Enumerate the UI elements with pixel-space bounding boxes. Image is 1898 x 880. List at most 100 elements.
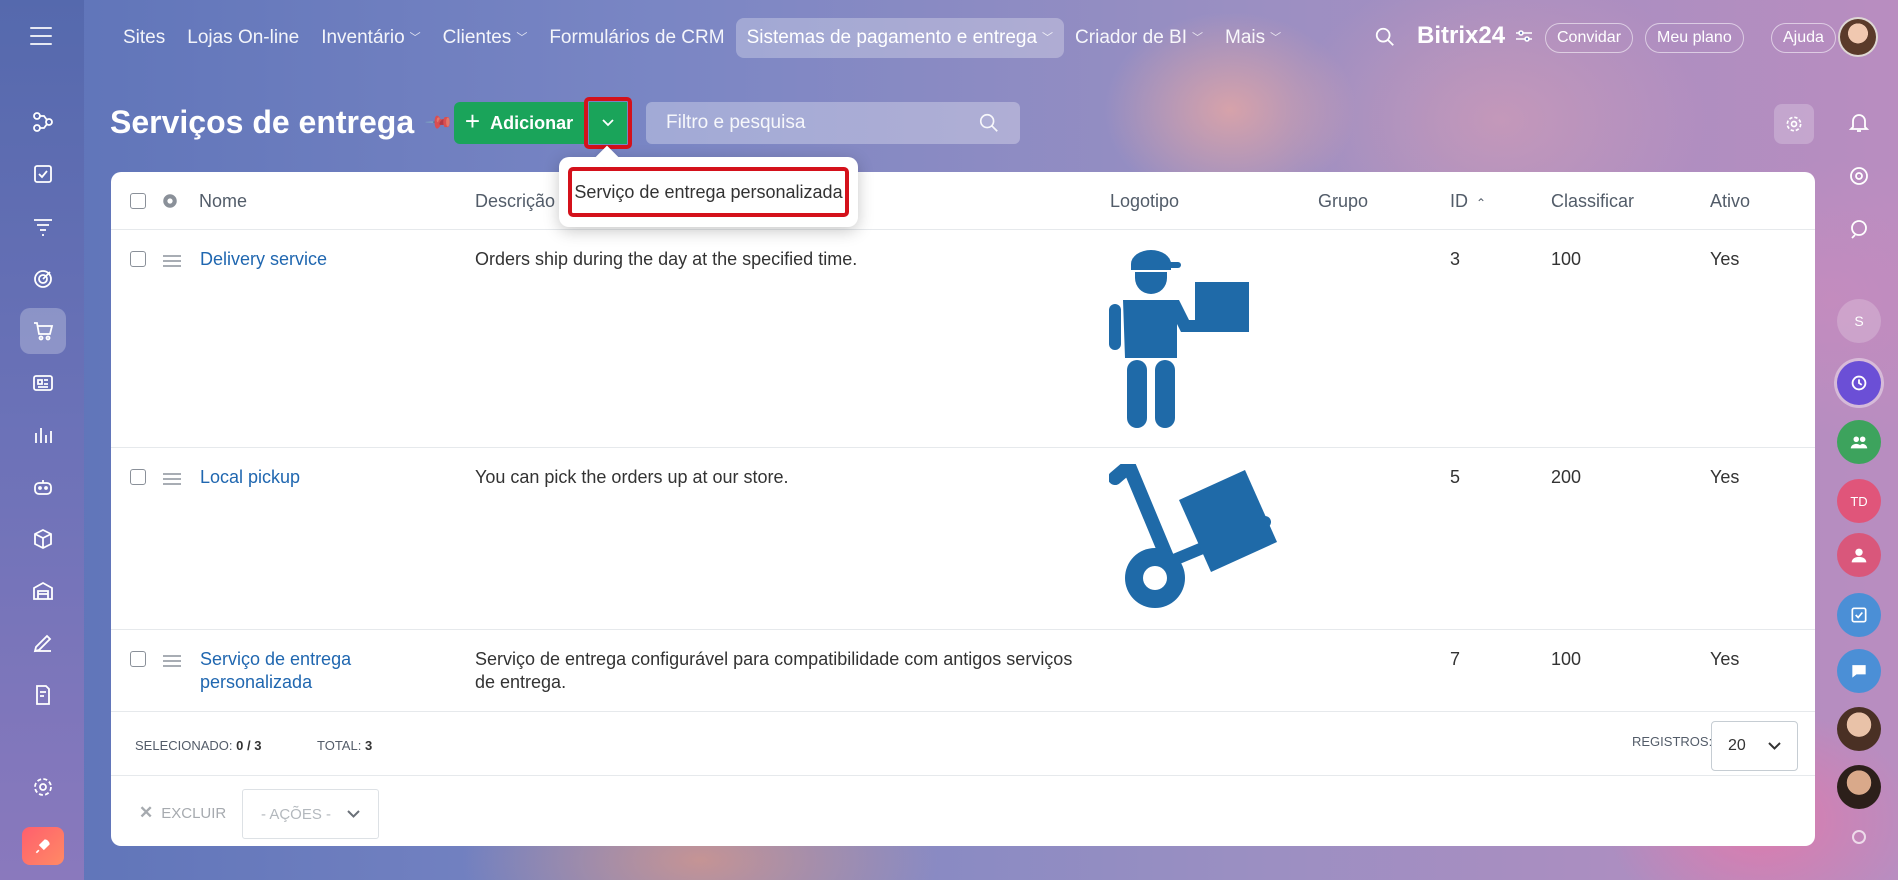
sidebar-item-documents[interactable] — [20, 672, 66, 718]
row-checkbox[interactable] — [130, 651, 146, 667]
brand-logo[interactable]: Bitrix24 — [1417, 22, 1533, 50]
row-description: You can pick the orders up at our store. — [475, 467, 789, 487]
column-header-sort[interactable]: Classificar — [1551, 191, 1634, 212]
contact-avatar-td[interactable]: TD — [1837, 479, 1881, 523]
page-title: Serviços de entrega 📌 — [110, 104, 455, 141]
pulse-icon[interactable] — [1837, 154, 1881, 198]
tasks-chat-icon[interactable] — [1837, 593, 1881, 637]
selected-count: SELECIONADO: 0 / 3 — [135, 738, 261, 753]
nav-item-sites[interactable]: Sites — [112, 18, 176, 58]
nav-item-label: Lojas On-line — [187, 27, 300, 48]
plus-icon: + — [464, 106, 481, 136]
row-name-link[interactable]: Serviço de entrega personalizada — [200, 648, 351, 694]
row-name-link[interactable]: Delivery service — [200, 248, 327, 271]
nav-item-crm-forms[interactable]: Formulários de CRM — [538, 18, 735, 58]
rocket-button[interactable] — [22, 827, 64, 865]
sidebar-item-tasks[interactable] — [20, 151, 66, 197]
table-row[interactable]: Local pickup You can pick the orders up … — [111, 448, 1815, 630]
table-header: Nome Descrição Logotipo Grupo ID ⌃ Class… — [111, 172, 1815, 230]
drag-handle-icon[interactable] — [163, 655, 181, 667]
add-dropdown-toggle[interactable] — [584, 97, 632, 149]
target-icon — [34, 270, 52, 288]
notifications-icon[interactable] — [1837, 100, 1881, 144]
row-active: Yes — [1710, 467, 1740, 487]
avatar-initial: TD — [1850, 493, 1868, 509]
general-chat-icon[interactable] — [1837, 649, 1881, 693]
contact-avatar-photo-1[interactable] — [1837, 707, 1881, 751]
records-per-page-select[interactable]: 20 — [1711, 721, 1798, 771]
row-checkbox[interactable] — [130, 469, 146, 485]
checkbox-icon — [34, 165, 52, 183]
nav-item-online-stores[interactable]: Lojas On-line — [176, 18, 310, 58]
total-value: 3 — [364, 738, 373, 753]
close-icon: ✕ — [139, 803, 154, 822]
column-header-name[interactable]: Nome — [199, 191, 247, 212]
actions-label: - AÇÕES - — [261, 805, 332, 823]
funnel-icon — [34, 219, 52, 236]
search-icon[interactable] — [1374, 26, 1396, 53]
nav-item-clients[interactable]: Clientes ﹀ — [432, 18, 539, 58]
sidebar-item-sign[interactable] — [20, 620, 66, 666]
column-header-logo[interactable]: Logotipo — [1110, 191, 1179, 212]
sidebar-item-settings[interactable] — [20, 764, 66, 810]
invite-button[interactable]: Convidar — [1545, 23, 1634, 53]
column-header-group[interactable]: Grupo — [1318, 191, 1368, 212]
rocket-icon — [35, 839, 50, 854]
delete-button[interactable]: ✕ EXCLUIR — [139, 803, 226, 823]
nav-item-label: Sistemas de pagamento e entrega — [746, 27, 1038, 48]
my-plan-button[interactable]: Meu plano — [1645, 23, 1744, 53]
sidebar-item-analytics[interactable] — [20, 412, 66, 458]
nav-item-payment-delivery[interactable]: Sistemas de pagamento e entrega ﹀ — [735, 18, 1065, 58]
nav-item-label: Criador de BI — [1075, 27, 1187, 48]
contact-avatar-photo-2[interactable] — [1837, 765, 1881, 809]
sidebar-item-sites[interactable] — [20, 360, 66, 406]
actions-select[interactable]: - AÇÕES - — [242, 789, 379, 839]
sidebar-item-warehouse[interactable] — [20, 568, 66, 614]
document-edit-icon — [36, 685, 50, 705]
chevron-down-icon: ﹀ — [1042, 32, 1054, 44]
robot-icon — [34, 480, 52, 495]
more-chats-icon[interactable] — [1852, 830, 1866, 844]
top-navigation: Sites Lojas On-line Inventário ﹀ Clientes… — [0, 0, 1898, 76]
row-name-link[interactable]: Local pickup — [200, 466, 300, 489]
avatar-initial: S — [1854, 313, 1864, 329]
sidebar-item-marketing[interactable] — [20, 256, 66, 302]
table-row[interactable]: Delivery service Orders ship during the … — [111, 230, 1815, 448]
page-settings-button[interactable] — [1774, 104, 1814, 144]
sidebar-item-tasks-flow[interactable] — [20, 99, 66, 145]
table-row[interactable]: Serviço de entrega personalizada Serviço… — [111, 630, 1815, 712]
row-description-line: de entrega. — [475, 672, 567, 692]
pin-icon[interactable]: 📌 — [424, 107, 455, 138]
delivery-services-grid: Nome Descrição Logotipo Grupo ID ⌃ Class… — [111, 172, 1815, 846]
drag-handle-icon[interactable] — [163, 473, 181, 485]
copilot-chat-icon[interactable] — [1837, 361, 1881, 405]
sidebar-item-inventory[interactable] — [20, 516, 66, 562]
column-header-description[interactable]: Descrição — [475, 191, 555, 212]
sidebar-item-copilot[interactable] — [20, 464, 66, 510]
drag-handle-icon[interactable] — [163, 255, 181, 267]
contact-avatar-s[interactable]: S — [1837, 299, 1881, 343]
users-chat-icon[interactable] — [1837, 533, 1881, 577]
column-header-active[interactable]: Ativo — [1710, 191, 1750, 212]
column-header-id[interactable]: ID ⌃ — [1450, 191, 1486, 212]
nav-item-bi-builder[interactable]: Criador de BI ﹀ — [1064, 18, 1214, 58]
search-icon[interactable] — [978, 112, 1000, 134]
menu-item-custom-delivery-service[interactable]: Serviço de entrega personalizada — [568, 167, 849, 217]
sidebar-item-crm[interactable] — [20, 204, 66, 250]
chat-search-icon[interactable] — [1837, 207, 1881, 251]
nav-item-inventory[interactable]: Inventário ﹀ — [310, 18, 431, 58]
row-active: Yes — [1710, 649, 1740, 669]
search-input[interactable]: Filtro e pesquisa — [646, 102, 1020, 144]
row-sort: 200 — [1551, 467, 1582, 487]
row-checkbox[interactable] — [130, 251, 146, 267]
row-name-line: personalizada — [200, 672, 313, 692]
nav-item-more[interactable]: Mais ﹀ — [1214, 18, 1292, 58]
help-button[interactable]: Ajuda — [1771, 23, 1836, 53]
add-button[interactable]: + Adicionar — [454, 102, 584, 144]
select-all-checkbox[interactable] — [130, 193, 146, 209]
sidebar-item-shop[interactable] — [20, 308, 66, 354]
group-chat-icon[interactable] — [1837, 420, 1881, 464]
gear-icon[interactable] — [161, 192, 179, 210]
user-avatar[interactable] — [1838, 17, 1878, 57]
row-description-line: Serviço de entrega configurável para com… — [475, 649, 1073, 669]
